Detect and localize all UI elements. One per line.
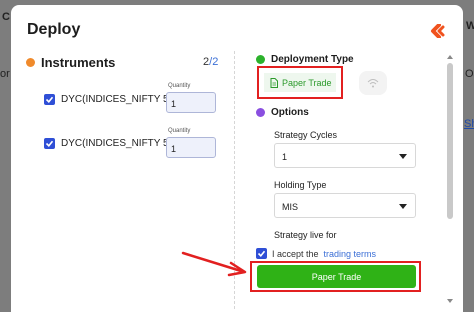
paper-trade-mode-label: Paper Trade <box>282 77 332 88</box>
live-trade-mode-button[interactable] <box>359 71 387 95</box>
instrument-name: DYC(INDICES_NIFTY 50, <box>61 138 177 149</box>
close-icon[interactable] <box>429 24 445 38</box>
options-title: Options <box>271 107 309 118</box>
checkmark-icon <box>257 250 266 257</box>
background-text: W <box>466 20 474 32</box>
instruments-title: Instruments <box>41 55 116 70</box>
strategy-cycles-value: 1 <box>282 152 288 162</box>
wifi-icon <box>367 79 379 88</box>
trading-terms-link[interactable]: trading terms <box>324 249 377 259</box>
document-icon <box>270 77 278 88</box>
instrument-count: 2/2 <box>203 56 218 68</box>
modal-scrollbar[interactable] <box>445 53 455 305</box>
scroll-down-icon[interactable] <box>447 299 453 303</box>
background-link: Sh <box>464 118 474 130</box>
background-text: Os <box>465 68 474 80</box>
quantity-label: Quantity <box>168 83 191 89</box>
quantity-input[interactable]: 1 <box>166 92 216 113</box>
background-text: C <box>2 11 10 23</box>
modal-title: Deploy <box>27 21 81 38</box>
dropdown-caret-icon <box>399 204 407 209</box>
holding-type-label: Holding Type <box>274 180 327 190</box>
deployment-dot-icon <box>256 55 265 64</box>
paper-trade-submit-button[interactable]: Paper Trade <box>257 265 416 288</box>
quantity-label: Quantity <box>168 128 191 134</box>
quantity-input[interactable]: 1 <box>166 137 216 158</box>
strategy-cycles-select[interactable]: 1 <box>274 143 416 168</box>
deployment-title: Deployment Type <box>271 54 354 65</box>
paper-trade-mode-button[interactable]: Paper Trade <box>257 66 343 99</box>
accept-terms-text: I accept the <box>272 248 319 259</box>
checkmark-icon <box>45 96 54 103</box>
instrument-checkbox[interactable] <box>44 94 55 105</box>
paper-trade-mode-inner: Paper Trade <box>264 73 336 92</box>
checkmark-icon <box>45 140 54 147</box>
options-dot-icon <box>256 108 265 117</box>
instrument-checkbox[interactable] <box>44 138 55 149</box>
dropdown-caret-icon <box>399 154 407 159</box>
accept-terms-row: I accept the trading terms <box>256 248 376 259</box>
annotation-arrow-icon <box>181 251 247 277</box>
scroll-up-icon[interactable] <box>447 55 453 59</box>
deploy-modal: Deploy Instruments 2/2 DYC(INDICES_NIFTY… <box>11 5 463 312</box>
holding-type-value: MIS <box>282 202 299 212</box>
strategy-cycles-label: Strategy Cycles <box>274 130 338 140</box>
background-text: or <box>0 68 10 80</box>
strategy-live-label: Strategy live for <box>274 230 337 240</box>
count-total: 2 <box>212 56 219 68</box>
instrument-name: DYC(INDICES_NIFTY 50, <box>61 94 177 105</box>
accept-terms-checkbox[interactable] <box>256 248 267 259</box>
instruments-dot-icon <box>26 58 35 67</box>
scrollbar-thumb[interactable] <box>447 63 453 219</box>
holding-type-select[interactable]: MIS <box>274 193 416 218</box>
